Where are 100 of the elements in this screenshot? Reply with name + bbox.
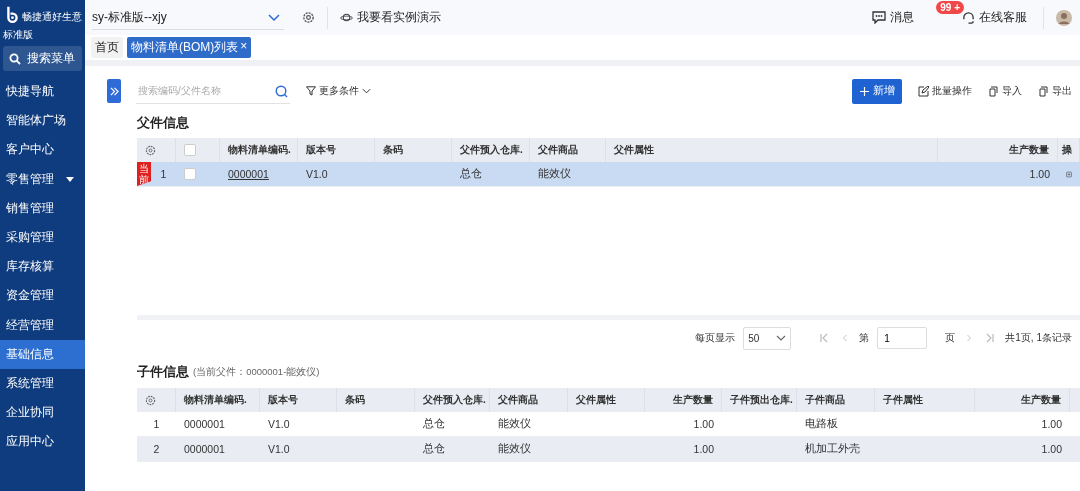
close-icon[interactable]: × xyxy=(240,39,248,56)
table-cell: 总仓 xyxy=(423,417,445,431)
last-page-icon[interactable] xyxy=(986,333,995,343)
headset-icon xyxy=(962,11,975,24)
caret-icon xyxy=(66,176,74,182)
column-header: 生产数量 xyxy=(645,388,722,412)
section-title: 父件信息 xyxy=(136,115,190,132)
chat-icon xyxy=(872,11,886,24)
first-page-icon[interactable] xyxy=(820,333,829,343)
search-menu-button[interactable]: 搜索菜单 xyxy=(3,46,82,71)
column-header: 子件预出仓库. xyxy=(722,388,797,412)
chevron-icon xyxy=(776,335,787,341)
brand-slogan: 畅捷通好生意 xyxy=(22,10,82,24)
page-size-select[interactable]: 50 xyxy=(743,326,792,350)
table-cell: V1.0 xyxy=(268,443,290,455)
current-parent-note: (当前父件：0000001-能效仪) xyxy=(193,365,320,379)
code-link[interactable]: 0000001 xyxy=(228,168,269,180)
column-header: 子件属性 xyxy=(875,388,975,412)
expand-panel-button[interactable] xyxy=(107,79,121,103)
table-cell: 总仓 xyxy=(423,442,445,456)
settings-icon[interactable] xyxy=(302,11,315,24)
table-cell: 能效仪 xyxy=(498,417,531,431)
online-support-button[interactable]: 在线客服 xyxy=(962,10,1027,25)
checkbox[interactable] xyxy=(184,168,196,180)
batch-operation-button[interactable]: 批量操作 xyxy=(918,84,972,98)
chevron-icon xyxy=(362,88,371,94)
search-icon xyxy=(9,52,21,65)
table-cell: 机加工外壳 xyxy=(805,442,860,456)
column-header: 父件属性 xyxy=(568,388,645,412)
demo-link[interactable]: 我要看实例演示 xyxy=(340,10,441,25)
double-chevron-icon xyxy=(109,86,119,96)
table-cell: 能效仪 xyxy=(538,167,571,181)
column-header: 条码 xyxy=(337,388,415,412)
edition-label: 标准版 xyxy=(3,28,33,42)
column-header: 子件商品 xyxy=(797,388,875,412)
table-cell: 1.00 xyxy=(693,418,714,430)
export-button[interactable]: 导出 xyxy=(1038,84,1072,98)
planet-icon xyxy=(340,12,353,23)
sidebar-item[interactable]: 资金管理 xyxy=(0,281,85,311)
sidebar-item[interactable]: 零售管理 xyxy=(0,164,85,194)
filter-icon xyxy=(306,86,316,96)
page-summary: 共1页, 1条记录 xyxy=(1005,331,1072,345)
sidebar-item[interactable]: 库存核算 xyxy=(0,252,85,282)
sidebar-item[interactable]: 企业协同 xyxy=(0,398,85,428)
page-suffix: 页 xyxy=(945,331,956,345)
sidebar-item[interactable]: 经营管理 xyxy=(0,310,85,340)
row-number: 1 xyxy=(159,167,168,182)
table-cell: 1.00 xyxy=(1029,168,1050,180)
table-cell: 1.00 xyxy=(1041,443,1062,455)
table-row[interactable]: 当前 1 0000001 V1.0 总仓 能效仪 1.00 xyxy=(137,162,1080,187)
import-button[interactable]: 导入 xyxy=(988,84,1022,98)
row-number: 1 xyxy=(152,417,161,432)
table-cell: 1.00 xyxy=(1041,418,1062,430)
search-field[interactable]: 搜索编码/父件名称 xyxy=(136,78,290,104)
checkbox[interactable] xyxy=(184,144,196,156)
table-cell: 0000001 xyxy=(184,443,225,455)
message-count-badge: 99 + xyxy=(936,1,964,14)
messages-button[interactable]: 消息 xyxy=(872,10,914,25)
copy-icon[interactable] xyxy=(1066,169,1072,179)
section-title: 子件信息 xyxy=(137,363,189,381)
column-header: 版本号 xyxy=(260,388,337,412)
page-size-label: 每页显示 xyxy=(695,331,736,345)
new-button[interactable]: 新增 xyxy=(852,78,902,104)
table-cell: 能效仪 xyxy=(498,442,531,456)
page-tab[interactable]: 物料清单(BOM)列表 × xyxy=(127,37,252,58)
column-header: 父件预入仓库. xyxy=(415,388,490,412)
sidebar-item[interactable]: 智能体广场 xyxy=(0,106,85,136)
sidebar-item[interactable]: 基础信息 xyxy=(0,339,85,369)
current-ribbon: 当前 xyxy=(137,162,151,186)
account-select[interactable]: sy-标准版--xjy xyxy=(92,5,284,30)
avatar[interactable] xyxy=(1056,9,1072,26)
page-prefix: 第 xyxy=(859,331,870,345)
table-cell: 1.00 xyxy=(693,443,714,455)
table-cell: V1.0 xyxy=(268,418,290,430)
table-cell: V1.0 xyxy=(306,168,328,180)
logo-icon xyxy=(5,5,20,25)
settings-icon[interactable] xyxy=(145,144,156,156)
table-cell: 总仓 xyxy=(460,167,482,181)
settings-icon[interactable] xyxy=(145,394,156,406)
edit-icon xyxy=(918,85,929,97)
search-icon[interactable] xyxy=(275,85,288,98)
sidebar-item[interactable]: 应用中心 xyxy=(0,427,85,457)
column-header: 物料清单编码. xyxy=(176,388,260,412)
table-row[interactable]: 2 0000001 V1.0 总仓 能效仪 1.00 机加工外壳 1.00 xyxy=(137,437,1080,462)
sidebar-item[interactable]: 销售管理 xyxy=(0,193,85,223)
sidebar-item[interactable]: 系统管理 xyxy=(0,368,85,399)
sidebar-item[interactable]: 快捷导航 xyxy=(0,77,85,107)
table-cell: 0000001 xyxy=(184,418,225,430)
plus-icon xyxy=(859,86,869,96)
document-icon xyxy=(988,85,999,97)
row-number: 2 xyxy=(152,442,161,457)
page-tab[interactable]: 首页 xyxy=(91,37,123,58)
column-header: 父件商品 xyxy=(490,388,568,412)
sidebar-item[interactable]: 采购管理 xyxy=(0,222,85,253)
chevron-icon xyxy=(268,13,280,21)
page-number-field[interactable]: 1 xyxy=(877,327,928,349)
more-filters-button[interactable]: 更多条件 xyxy=(306,84,371,98)
document-icon xyxy=(1038,85,1049,97)
column-header: 生产数量 xyxy=(975,388,1070,412)
sidebar-item[interactable]: 客户中心 xyxy=(0,135,85,165)
